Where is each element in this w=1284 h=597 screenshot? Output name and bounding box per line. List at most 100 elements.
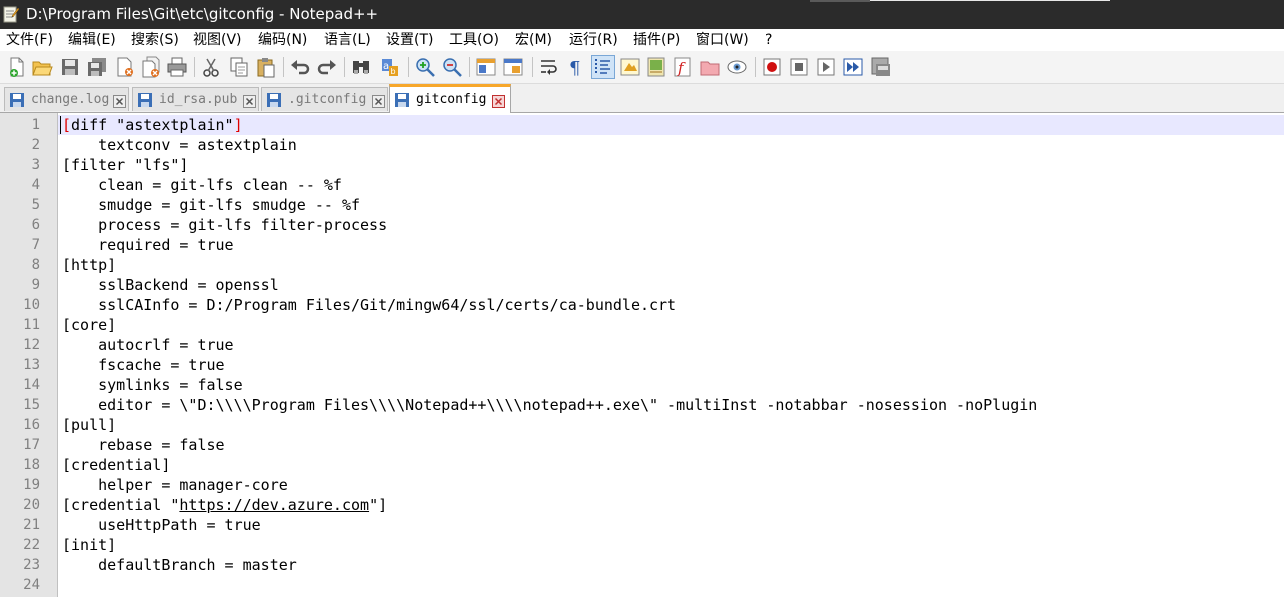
code-line: smudge = git-lfs smudge -- %f xyxy=(62,196,361,214)
redo-icon[interactable] xyxy=(316,56,338,78)
menu-window[interactable]: 窗口(W) xyxy=(696,29,749,51)
tab-gitconfig[interactable]: .gitconfig xyxy=(261,87,388,111)
user-defined-language-icon[interactable] xyxy=(619,56,641,78)
window-title: D:\Program Files\Git\etc\gitconfig - Not… xyxy=(26,5,379,23)
show-all-characters-icon[interactable]: ¶ xyxy=(564,56,586,78)
menu-language[interactable]: 语言(L) xyxy=(324,29,371,51)
url-link[interactable]: https://dev.azure.com xyxy=(179,496,369,514)
code-line: [diff "astextplain"] xyxy=(62,116,243,134)
replace-icon[interactable]: ab xyxy=(379,56,401,78)
undo-icon[interactable] xyxy=(289,56,311,78)
code-line: [credential "https://dev.azure.com"] xyxy=(62,496,388,514)
save-all-icon[interactable] xyxy=(86,56,108,78)
line-number: 21 xyxy=(23,517,40,533)
notepadpp-app-icon xyxy=(3,5,20,23)
record-macro-icon[interactable] xyxy=(761,56,783,78)
line-number: 10 xyxy=(23,297,40,313)
paste-icon[interactable] xyxy=(255,56,277,78)
menu-bar: 文件(F) 编辑(E) 搜索(S) 视图(V) 编码(N) 语言(L) 设置(T) 工具(O)… xyxy=(0,29,1284,51)
line-number: 16 xyxy=(23,417,40,433)
code-line: editor = \"D:\\\\Program Files\\\\Notepa… xyxy=(62,396,1038,414)
open-file-icon[interactable] xyxy=(31,56,53,78)
saved-file-icon xyxy=(266,92,282,108)
tab-id-rsa-pub[interactable]: id_rsa.pub xyxy=(132,87,259,111)
toolbar-separator xyxy=(344,57,345,77)
code-line: [filter "lfs"] xyxy=(62,156,189,174)
menu-run[interactable]: 运行(R) xyxy=(569,29,618,51)
line-number: 15 xyxy=(23,397,40,413)
indent-guide-icon[interactable] xyxy=(591,55,615,79)
line-number: 3 xyxy=(31,157,40,173)
stop-recording-icon[interactable] xyxy=(788,56,810,78)
close-tab-icon[interactable] xyxy=(113,93,126,108)
line-number: 6 xyxy=(31,217,40,233)
tab-label: change.log xyxy=(31,92,110,107)
cut-icon[interactable] xyxy=(200,56,222,78)
toolbar-separator xyxy=(283,57,284,77)
tab-change-log[interactable]: change.log xyxy=(4,87,129,111)
line-number: 4 xyxy=(31,177,40,193)
close-file-icon[interactable] xyxy=(114,56,136,78)
tab-label: gitconfig xyxy=(416,92,487,107)
close-tab-icon[interactable] xyxy=(372,93,385,108)
saved-file-icon xyxy=(9,92,25,108)
close-all-icon[interactable] xyxy=(140,56,162,78)
saved-file-icon xyxy=(394,92,410,108)
zoom-out-icon[interactable] xyxy=(441,56,463,78)
menu-macro[interactable]: 宏(M) xyxy=(515,29,552,51)
word-wrap-icon[interactable] xyxy=(538,56,560,78)
menu-file[interactable]: 文件(F) xyxy=(6,29,53,51)
line-number: 5 xyxy=(31,197,40,213)
menu-help[interactable]: ? xyxy=(765,29,772,51)
tab-gitconfig[interactable]: gitconfig xyxy=(389,84,511,113)
menu-view[interactable]: 视图(V) xyxy=(193,29,242,51)
code-line: rebase = false xyxy=(62,436,225,454)
line-number: 19 xyxy=(23,477,40,493)
code-line: process = git-lfs filter-process xyxy=(62,216,388,234)
line-number: 12 xyxy=(23,337,40,353)
code-line: [pull] xyxy=(62,416,117,434)
print-icon[interactable] xyxy=(166,56,188,78)
menu-tools[interactable]: 工具(O) xyxy=(449,29,499,51)
zoom-in-icon[interactable] xyxy=(414,56,436,78)
menu-settings[interactable]: 设置(T) xyxy=(386,29,433,51)
line-number: 23 xyxy=(23,557,40,573)
code-line: sslCAInfo = D:/Program Files/Git/mingw64… xyxy=(62,296,677,314)
code-line: [credential] xyxy=(62,456,171,474)
line-number: 20 xyxy=(23,497,40,513)
line-number: 1 xyxy=(31,117,40,133)
menu-search[interactable]: 搜索(S) xyxy=(131,29,179,51)
save-macro-icon[interactable] xyxy=(870,56,892,78)
code-line: sslBackend = openssl xyxy=(62,276,279,294)
find-icon[interactable] xyxy=(350,56,372,78)
line-number: 18 xyxy=(23,457,40,473)
monitoring-icon[interactable] xyxy=(726,56,748,78)
line-number: 11 xyxy=(23,317,40,333)
editor-area[interactable]: 1 2 3 4 5 6 7 8 9 10 11 12 13 14 15 16 17 18 19 20 21 22 23 24 … xyxy=(0,113,1284,597)
folder-as-workspace-icon[interactable] xyxy=(699,56,721,78)
line-number: 7 xyxy=(31,237,40,253)
new-file-icon[interactable] xyxy=(6,56,28,78)
menu-edit[interactable]: 编辑(E) xyxy=(68,29,116,51)
playback-macro-icon[interactable] xyxy=(815,56,837,78)
toolbar-separator xyxy=(755,57,756,77)
code-line: useHttpPath = true xyxy=(62,516,261,534)
close-tab-icon[interactable] xyxy=(492,93,505,108)
code-line: textconv = astextplain xyxy=(62,136,297,154)
line-number: 24 xyxy=(23,577,40,593)
code-line: clean = git-lfs clean -- %f xyxy=(62,176,342,194)
close-tab-icon[interactable] xyxy=(243,93,256,108)
sync-vertical-scroll-icon[interactable] xyxy=(475,56,497,78)
sync-horizontal-scroll-icon[interactable] xyxy=(502,56,524,78)
document-map-icon[interactable] xyxy=(645,56,667,78)
saved-file-icon xyxy=(137,92,153,108)
save-icon[interactable] xyxy=(59,56,81,78)
code-line: fscache = true xyxy=(62,356,225,374)
menu-encoding[interactable]: 编码(N) xyxy=(258,29,307,51)
run-macro-multiple-icon[interactable] xyxy=(842,56,864,78)
function-list-icon[interactable]: f xyxy=(672,56,694,78)
menu-plugins[interactable]: 插件(P) xyxy=(633,29,680,51)
copy-icon[interactable] xyxy=(228,56,250,78)
svg-text:a: a xyxy=(383,61,389,72)
svg-text:b: b xyxy=(391,67,396,76)
